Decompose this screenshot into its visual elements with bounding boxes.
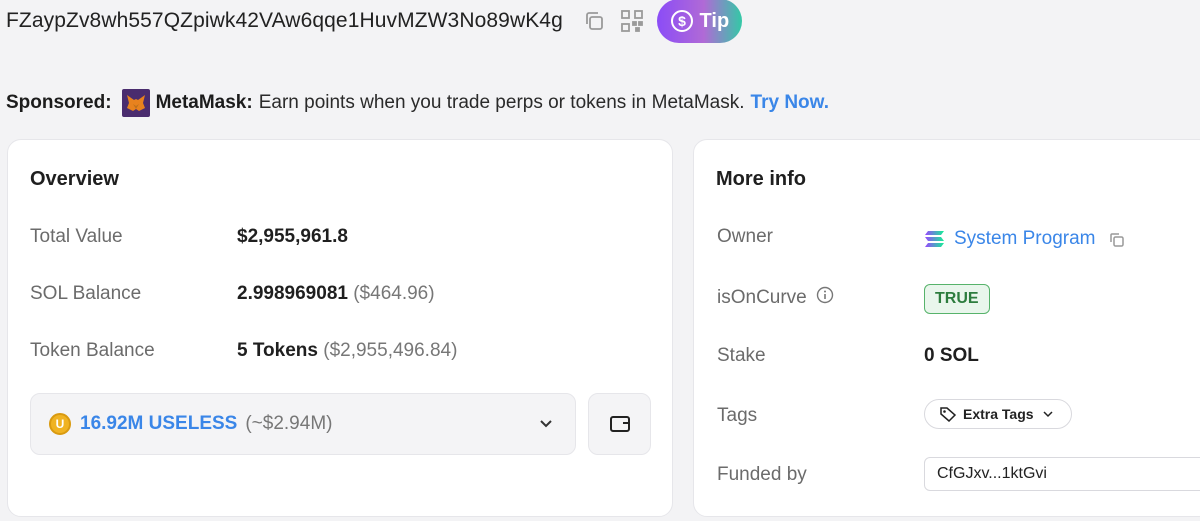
is-on-curve-text: isOnCurve (717, 287, 807, 309)
try-now-link[interactable]: Try Now. (751, 92, 829, 114)
funded-by-label: Funded by (717, 464, 807, 485)
sponsored-banner: Sponsored: MetaMask: Earn points when yo… (6, 87, 829, 119)
token-amount: 16.92M USELESS (80, 413, 238, 434)
overview-title: Overview (30, 168, 119, 190)
qr-code-icon[interactable] (619, 8, 645, 34)
account-address: FZaypZv8wh557QZpiwk42VAw6qqe1HuvMZW3No89… (6, 9, 563, 32)
svg-text:$: $ (678, 13, 686, 29)
tag-icon (940, 407, 957, 422)
sponsor-brand: MetaMask: (155, 92, 253, 113)
tip-button[interactable]: $ Tip (656, 0, 742, 43)
sol-balance-label: SOL Balance (30, 283, 142, 304)
extra-tags-dropdown[interactable]: Extra Tags (924, 399, 1072, 429)
useless-coin-icon: U (49, 413, 71, 435)
total-value-label: Total Value (30, 226, 123, 247)
stake-value: 0 SOL (924, 345, 979, 366)
token-balance: 5 Tokens ($2,955,496.84) (237, 340, 457, 362)
is-on-curve-label: isOnCurve (717, 286, 834, 310)
tags-label: Tags (717, 405, 758, 426)
token-usd: (~$2.94M) (245, 413, 333, 434)
info-icon[interactable] (816, 286, 834, 310)
sol-balance: 2.998969081 ($464.96) (237, 283, 435, 305)
sponsor-text: Earn points when you trade perps or toke… (258, 92, 745, 113)
chevron-down-icon (537, 414, 555, 437)
token-balance-usd: ($2,955,496.84) (323, 340, 458, 361)
overview-card: Overview Total Value $2,955,961.8 SOL Ba… (7, 139, 673, 517)
dollar-circle-icon: $ (670, 10, 693, 32)
account-header: FZaypZv8wh557QZpiwk42VAw6qqe1HuvMZW3No89… (6, 0, 742, 43)
total-value-amount: $2,955,961.8 (237, 226, 348, 247)
system-program-link[interactable]: System Program (924, 228, 1095, 250)
copy-icon[interactable] (1109, 232, 1125, 254)
sponsored-label: Sponsored: (6, 92, 112, 113)
more-info-card: More info Owner System Program isOnCurve… (693, 139, 1200, 517)
token-balance-label: Token Balance (30, 340, 155, 361)
owner-name: System Program (954, 228, 1096, 249)
tip-label: Tip (699, 9, 730, 32)
token-balance-count: 5 Tokens (237, 340, 318, 361)
metamask-logo-icon (121, 89, 150, 117)
total-value: $2,955,961.8 (237, 226, 348, 248)
sol-balance-usd: ($464.96) (353, 283, 435, 304)
solana-logo-icon (925, 231, 944, 247)
funded-by-address[interactable]: CfGJxv...1ktGvi (924, 457, 1200, 491)
token-dropdown[interactable]: U 16.92M USELESS (~$2.94M) (30, 393, 576, 455)
wallet-button[interactable] (588, 393, 651, 455)
owner-value: System Program (924, 228, 1125, 254)
sol-balance-amount: 2.998969081 (237, 283, 348, 304)
chevron-down-icon (1043, 411, 1053, 418)
more-info-title: More info (716, 168, 806, 190)
owner-label: Owner (717, 226, 773, 247)
stake-label: Stake (717, 345, 766, 366)
copy-icon[interactable] (581, 8, 607, 34)
wallet-icon (609, 416, 630, 432)
is-on-curve-badge: TRUE (924, 284, 990, 314)
extra-tags-label: Extra Tags (963, 406, 1034, 422)
